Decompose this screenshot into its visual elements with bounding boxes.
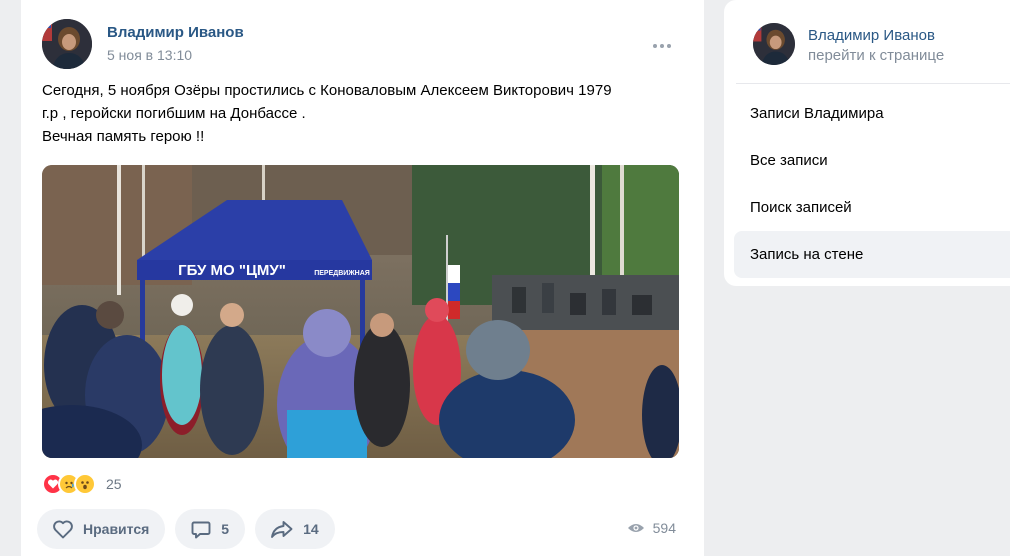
shares-count: 14	[303, 521, 319, 537]
comment-icon	[191, 521, 211, 539]
dot-icon	[660, 44, 664, 48]
avatar-image	[753, 23, 795, 65]
views-counter: 594	[627, 520, 676, 536]
eye-icon	[627, 524, 644, 532]
sidebar-card: Владимир Иванов перейти к странице Запис…	[724, 0, 1010, 286]
post-text-line: г.р , геройски погибшим на Донбассе .	[42, 105, 306, 122]
sidebar-item-wall-post[interactable]: Запись на стене	[734, 231, 1010, 278]
tent-side-sign: ПЕРЕДВИЖНАЯ	[314, 270, 370, 277]
avatar-image	[42, 19, 92, 69]
share-button[interactable]: 14	[255, 509, 335, 549]
author-name[interactable]: Владимир Иванов	[107, 24, 244, 41]
post-actions: Нравится 5 14	[37, 509, 335, 549]
author-avatar[interactable]	[42, 19, 92, 69]
reactions-count: 25	[106, 476, 122, 492]
post-photo[interactable]: ГБУ МО "ЦМУ" ПЕРЕДВИЖНАЯ	[42, 165, 679, 458]
dot-icon	[653, 44, 657, 48]
photo-illustration: ГБУ МО "ЦМУ" ПЕРЕДВИЖНАЯ	[42, 165, 679, 458]
dot-icon	[667, 44, 671, 48]
sidebar-profile-name[interactable]: Владимир Иванов	[808, 27, 935, 44]
comment-button[interactable]: 5	[175, 509, 246, 549]
tent-sign: ГБУ МО "ЦМУ"	[178, 262, 286, 279]
sidebar-item-search-posts[interactable]: Поиск записей	[734, 184, 1010, 231]
like-label: Нравится	[83, 521, 150, 537]
share-icon	[271, 521, 293, 538]
post-text-line: Сегодня, 5 ноября Озёры простились с Кон…	[42, 82, 612, 99]
post-text-line: Вечная память герою !!	[42, 128, 205, 145]
reactions-summary[interactable]: 25	[42, 473, 122, 495]
like-button[interactable]: Нравится	[37, 509, 166, 549]
more-options-button[interactable]	[650, 38, 674, 54]
sidebar-avatar[interactable]	[753, 23, 795, 65]
wow-face-icon	[74, 473, 96, 495]
post-card: Владимир Иванов 5 ноя в 13:10 Сегодня, 5…	[21, 0, 704, 556]
post-text: Сегодня, 5 ноября Озёры простились с Кон…	[42, 79, 682, 148]
sidebar-item-all-posts[interactable]: Все записи	[734, 137, 1010, 184]
sidebar-item-owner-posts[interactable]: Записи Владимира	[734, 90, 1010, 137]
comments-count: 5	[221, 521, 230, 537]
sidebar-menu: Записи Владимира Все записи Поиск записе…	[734, 90, 1010, 278]
divider	[736, 83, 1010, 84]
heart-outline-icon	[53, 520, 73, 539]
post-date[interactable]: 5 ноя в 13:10	[107, 47, 192, 63]
views-count: 594	[652, 520, 676, 536]
go-to-page-link[interactable]: перейти к странице	[808, 47, 944, 64]
